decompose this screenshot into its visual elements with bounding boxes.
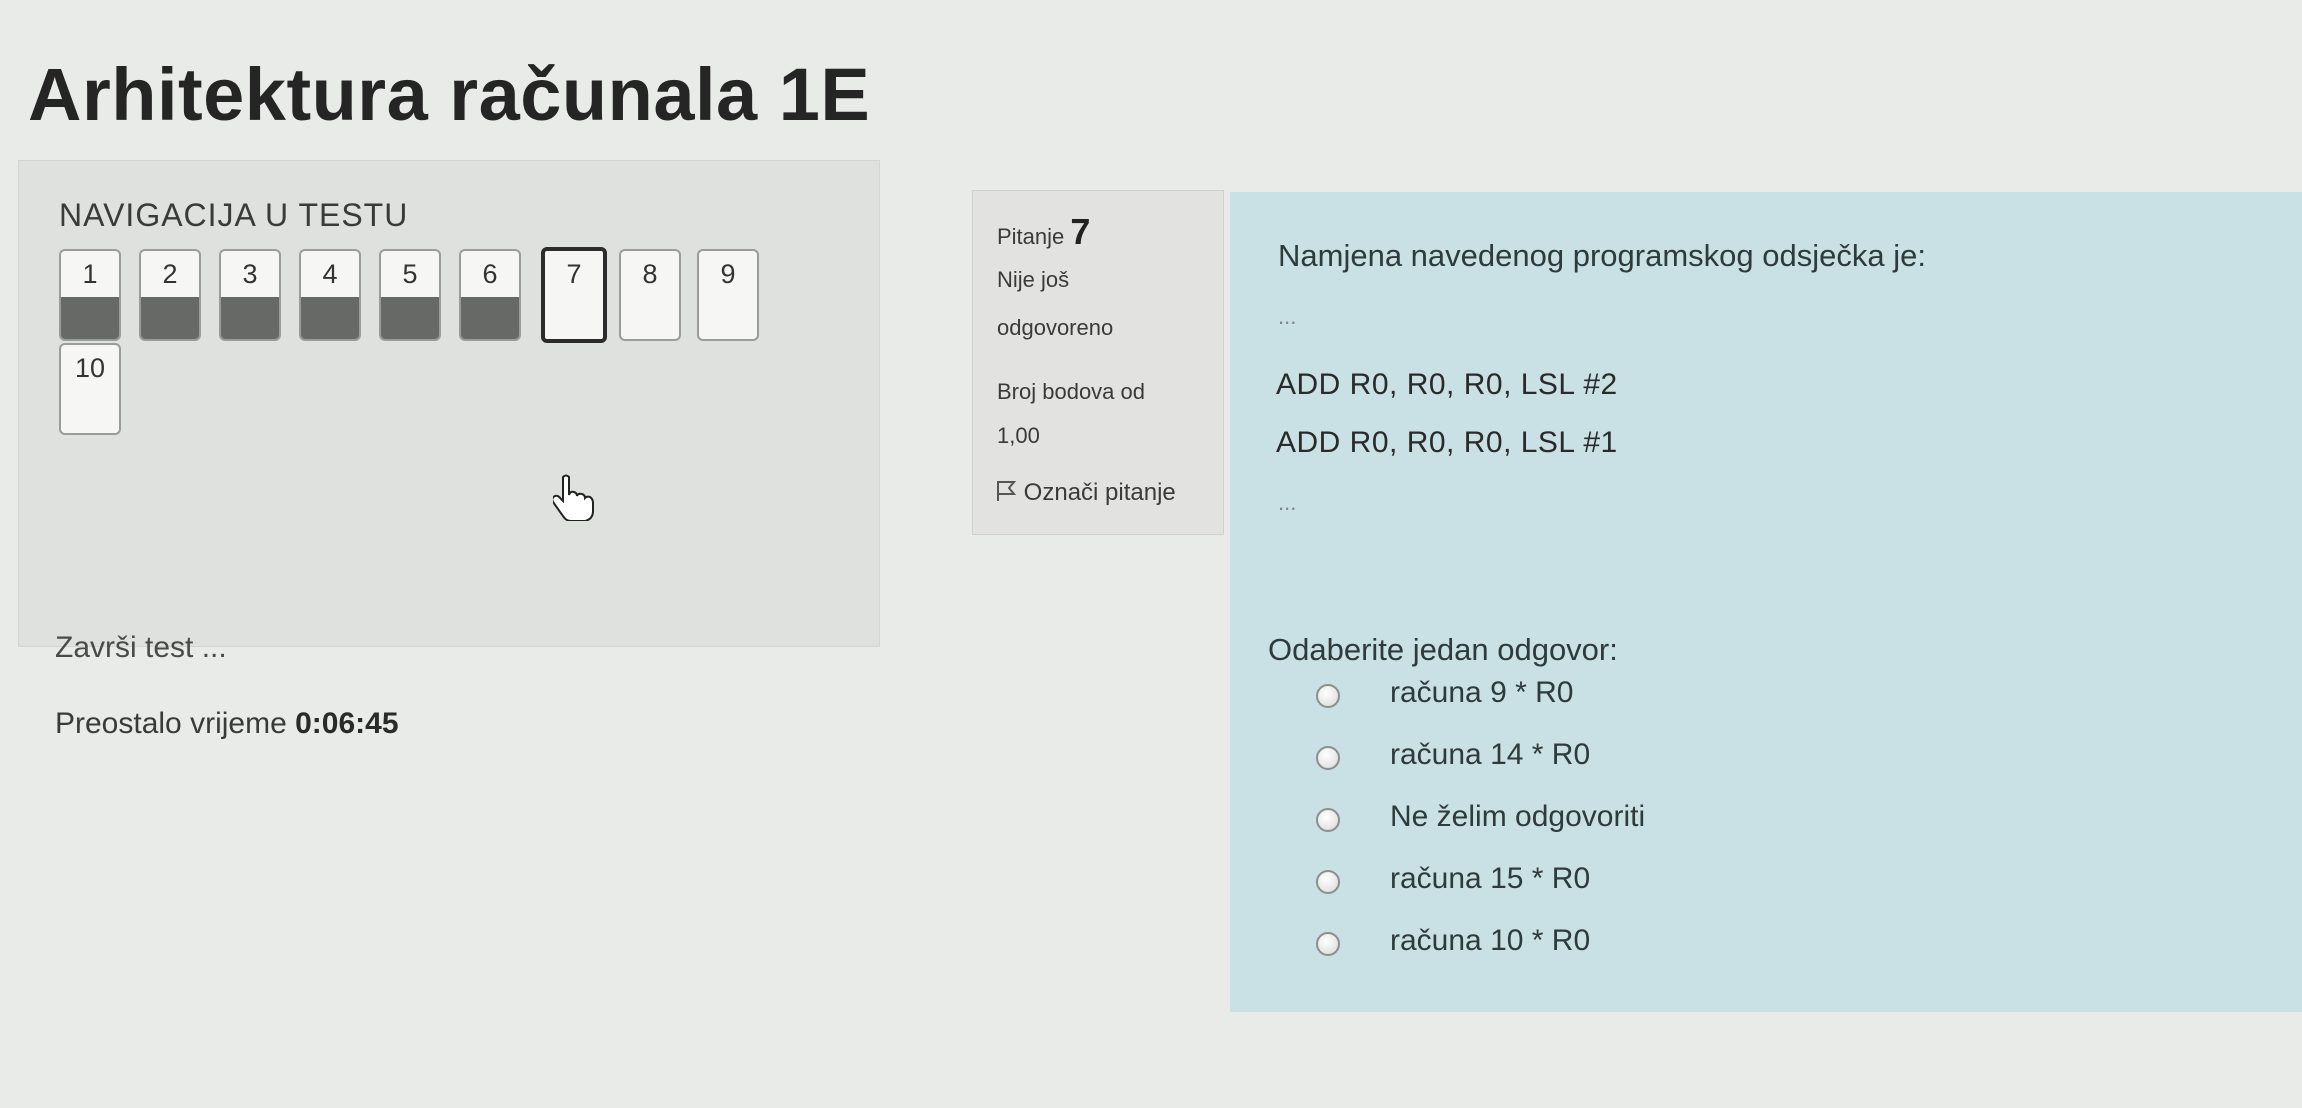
nav-question-9-button[interactable]: 9	[697, 249, 759, 341]
radio-button[interactable]	[1316, 932, 1340, 956]
nav-question-10-button[interactable]: 10	[59, 343, 121, 435]
answer-option-label[interactable]: računa 14 * R0	[1390, 738, 1590, 772]
code-line-2: ADD R0, R0, R0, LSL #1	[1276, 426, 1618, 459]
answer-option-label[interactable]: računa 10 * R0	[1390, 924, 1590, 958]
nav-question-number: 6	[482, 259, 498, 289]
nav-question-8-button[interactable]: 8	[619, 249, 681, 341]
page-title: Arhitektura računala 1E	[28, 53, 871, 136]
nav-question-5-button[interactable]: 5	[379, 249, 441, 341]
question-state-line2: odgovoreno	[997, 315, 1114, 340]
time-remaining-value: 0:06:45	[295, 707, 399, 740]
answered-indicator	[381, 296, 439, 339]
answered-indicator	[221, 296, 279, 339]
quiz-navigation-block: NAVIGACIJA U TESTU 1 2 3 4 5 6 7 8 9 10 …	[18, 160, 880, 740]
quiz-navigation-title: NAVIGACIJA U TESTU	[59, 197, 409, 233]
points-value: 1,00	[997, 423, 1040, 448]
time-remaining-label: Preostalo vrijeme	[55, 707, 287, 740]
answer-option-label[interactable]: računa 15 * R0	[1390, 862, 1590, 896]
code-ellipsis-bottom: ...	[1278, 490, 1297, 515]
question-number: 7	[1070, 211, 1091, 252]
flag-question-link[interactable]: Označi pitanje	[995, 479, 1176, 507]
nav-question-number: 5	[402, 259, 418, 289]
answered-indicator	[461, 296, 519, 339]
nav-question-7-button[interactable]: 7	[541, 247, 607, 343]
flag-icon	[997, 481, 1017, 501]
hand-cursor-icon	[553, 474, 594, 521]
points-label: Broj bodova od	[997, 379, 1145, 404]
answer-option-label[interactable]: Ne želim odgovoriti	[1390, 800, 1645, 834]
answered-indicator	[301, 296, 359, 339]
question-label-text: Pitanje	[997, 224, 1065, 249]
nav-question-number: 4	[322, 259, 338, 289]
radio-button[interactable]	[1316, 870, 1340, 894]
flag-question-label: Označi pitanje	[1023, 479, 1176, 506]
nav-question-number: 2	[162, 259, 178, 289]
nav-question-6-button[interactable]: 6	[459, 249, 521, 341]
question-content: Namjena navedenog programskog odsječka j…	[1230, 192, 2302, 1012]
nav-question-2-button[interactable]: 2	[139, 249, 201, 341]
radio-button[interactable]	[1316, 746, 1340, 770]
select-one-prompt: Odaberite jedan odgovor:	[1268, 632, 1618, 667]
code-line-1: ADD R0, R0, R0, LSL #2	[1276, 368, 1618, 401]
code-ellipsis-top: ...	[1278, 304, 1297, 329]
question-number-label: Pitanje 7	[997, 211, 1090, 253]
question-info-box: Pitanje 7 Nije još odgovoreno Broj bodov…	[972, 190, 1224, 535]
nav-question-number: 1	[82, 259, 98, 289]
question-state-line1: Nije još	[997, 267, 1070, 292]
answer-option-label[interactable]: računa 9 * R0	[1390, 676, 1573, 710]
time-remaining: Preostalo vrijeme 0:06:45	[55, 707, 399, 741]
radio-button[interactable]	[1316, 808, 1340, 832]
nav-question-1-button[interactable]: 1	[59, 249, 121, 341]
answered-indicator	[61, 296, 119, 339]
nav-question-number: 3	[242, 259, 258, 289]
nav-question-3-button[interactable]: 3	[219, 249, 281, 341]
nav-question-number: 7	[566, 259, 582, 289]
radio-button[interactable]	[1316, 684, 1340, 708]
nav-question-number: 10	[74, 353, 106, 383]
question-prompt: Namjena navedenog programskog odsječka j…	[1278, 238, 1926, 273]
nav-question-number: 9	[720, 259, 736, 289]
nav-question-number: 8	[642, 259, 658, 289]
nav-question-4-button[interactable]: 4	[299, 249, 361, 341]
finish-test-link[interactable]: Završi test ...	[55, 631, 227, 665]
answered-indicator	[141, 296, 199, 339]
